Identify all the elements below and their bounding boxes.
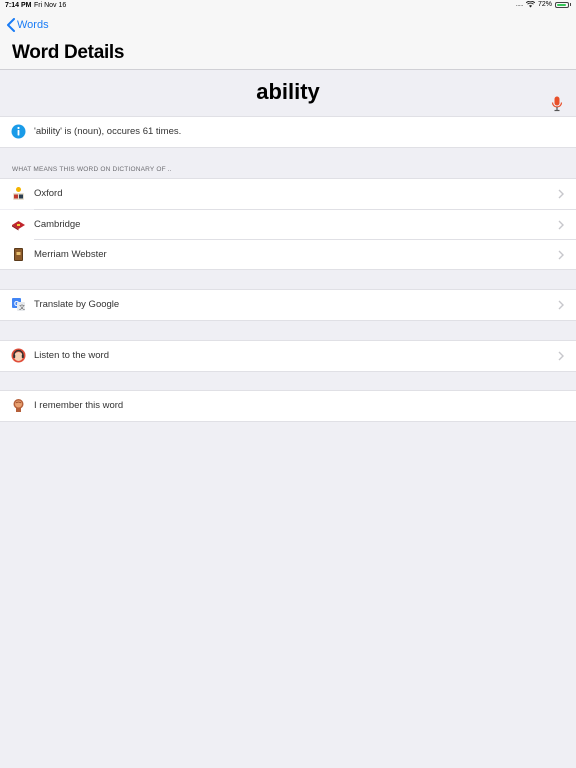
- info-row: 'ability' is (noun), occures 61 times.: [0, 117, 576, 147]
- info-text: 'ability' is (noun), occures 61 times.: [34, 126, 182, 137]
- word-header: ability: [0, 70, 576, 116]
- google-translate-icon: G 文: [12, 298, 25, 312]
- signal-icon: .....: [515, 1, 524, 8]
- chevron-right-icon: [558, 351, 564, 361]
- microphone-icon[interactable]: [551, 96, 563, 112]
- translate-row[interactable]: G 文 Translate by Google: [0, 290, 576, 320]
- cambridge-icon: [12, 221, 25, 231]
- remember-label: I remember this word: [34, 400, 124, 411]
- chevron-right-icon: [558, 250, 564, 260]
- status-date: Fri Nov 16: [34, 2, 67, 9]
- listen-icon: [11, 348, 26, 363]
- oxford-icon: [13, 187, 24, 200]
- wifi-icon: [525, 1, 535, 8]
- chevron-right-icon: [558, 300, 564, 310]
- status-bar: 7:14 PM Fri Nov 16 ..... 72%: [0, 0, 576, 12]
- dictionary-item-cambridge[interactable]: Cambridge: [0, 210, 576, 240]
- status-right: ..... 72%: [516, 1, 571, 8]
- navigation-bar: Words Word Details: [0, 12, 576, 70]
- chevron-right-icon: [558, 189, 564, 199]
- word-title: ability: [256, 79, 320, 104]
- dictionary-item-label: Merriam Webster: [34, 249, 107, 260]
- translate-label: Translate by Google: [34, 299, 120, 310]
- dictionary-item-label: Oxford: [34, 188, 63, 199]
- dictionary-item-label: Cambridge: [34, 219, 81, 230]
- back-button-label: Words: [17, 19, 49, 31]
- remember-row[interactable]: I remember this word: [0, 391, 576, 421]
- info-icon: [11, 124, 26, 139]
- back-button[interactable]: Words: [6, 18, 49, 32]
- chevron-left-icon: [7, 18, 15, 32]
- brain-icon: [13, 399, 24, 412]
- battery-percent: 72%: [537, 1, 552, 8]
- svg-text:文: 文: [19, 304, 25, 312]
- dictionary-item-merriam-webster[interactable]: Merriam Webster: [0, 240, 576, 270]
- listen-row[interactable]: Listen to the word: [0, 341, 576, 371]
- status-time: 7:14 PM: [5, 2, 32, 9]
- listen-label: Listen to the word: [34, 350, 109, 361]
- battery-icon: [555, 1, 569, 8]
- merriam-webster-icon: [14, 248, 23, 261]
- dictionary-item-oxford[interactable]: Oxford: [0, 179, 576, 209]
- chevron-right-icon: [558, 220, 564, 230]
- page-title: Word Details: [12, 42, 125, 63]
- section-header-dictionaries: WHAT MEANS THIS WORD ON DICTIONARY OF ..: [12, 166, 172, 173]
